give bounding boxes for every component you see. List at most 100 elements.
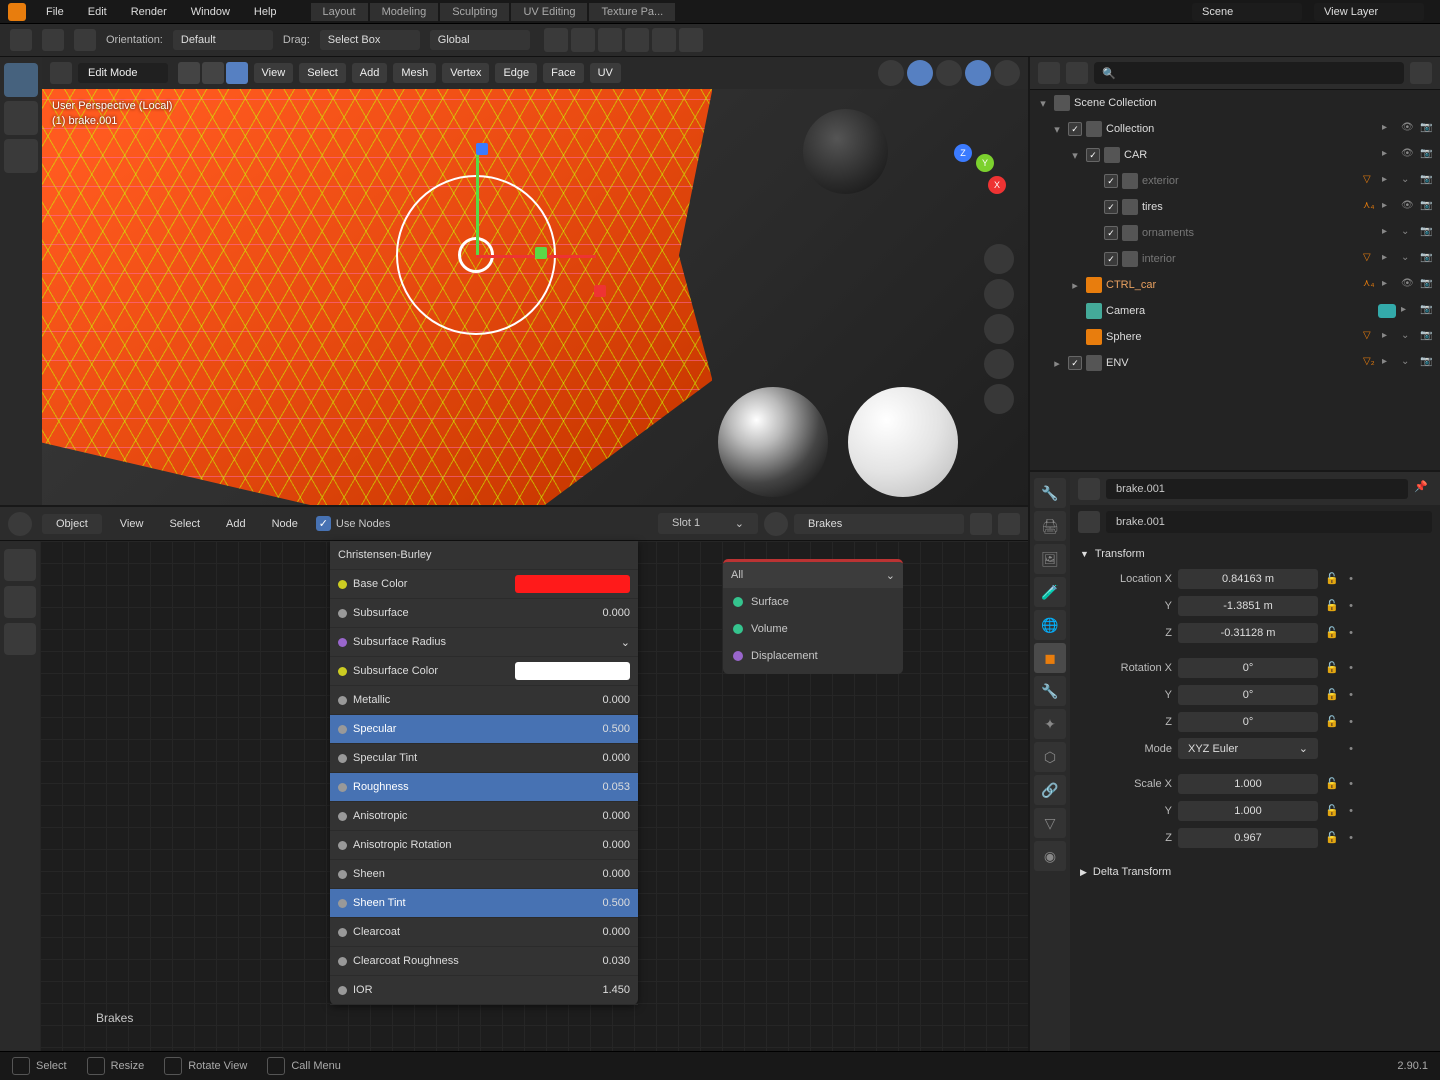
outliner-item-ctrlcar[interactable]: ▸CTRL_car⋏₄▸👁📷 [1030,272,1440,298]
input-socket-icon[interactable] [338,725,347,734]
basecolor-swatch[interactable] [515,575,630,593]
vp-menu-mesh[interactable]: Mesh [393,63,436,83]
mode-dropdown[interactable]: Edit Mode [78,63,168,83]
node-editor-type-icon[interactable] [8,512,32,536]
editor-type-icon[interactable] [10,29,32,51]
input-socket-icon[interactable] [338,754,347,763]
material-id-icon[interactable] [764,512,788,536]
orientation-dropdown[interactable]: Default [173,30,273,50]
input-socket-icon[interactable] [338,928,347,937]
subcolor-swatch[interactable] [515,662,630,680]
drag-dropdown[interactable]: Select Box [320,30,420,50]
vp-menu-view[interactable]: View [254,63,294,83]
rotation-x-field[interactable]: 0° [1178,658,1318,678]
location-x-field[interactable]: 0.84163 m [1178,569,1318,589]
outliner-item-camera[interactable]: Camera▸📷 [1030,298,1440,324]
lock-icon[interactable]: 🔓 [1324,572,1340,585]
move-viewport-tool[interactable] [4,139,38,173]
nav-x-icon[interactable]: X [988,176,1006,194]
matout-displacement[interactable]: Displacement [723,642,903,669]
editor-selector-icon[interactable] [50,62,72,84]
tab-uvediting[interactable]: UV Editing [511,3,587,21]
checkbox-icon[interactable] [1104,200,1118,214]
snap-target-icon[interactable] [571,28,595,52]
gizmo-z-handle[interactable] [476,143,488,155]
matout-volume[interactable]: Volume [723,615,903,642]
outliner-item-collection[interactable]: ▾Collection▸👁📷 [1030,116,1440,142]
bsdf-row-clearcoatr[interactable]: Clearcoat Roughness0.030 [330,947,638,976]
prop-tab-object[interactable]: ◼ [1034,643,1066,673]
outliner-item-exterior[interactable]: exterior▽▸⌄📷 [1030,168,1440,194]
location-y-field[interactable]: -1.3851 m [1178,596,1318,616]
scale-x-field[interactable]: 1.000 [1178,774,1318,794]
prop-tab-constraints[interactable]: 🔗 [1034,775,1066,805]
shading-icon[interactable] [965,60,991,86]
bsdf-row-subsurface[interactable]: Subsurface0.000 [330,599,638,628]
input-socket-icon[interactable] [338,957,347,966]
outliner-type-icon[interactable] [1038,62,1060,84]
viewport-3d[interactable]: Edit Mode View Select Add Mesh Vertex Ed… [42,57,1028,505]
prop-tab-render[interactable]: 🔧 [1034,478,1066,508]
menu-file[interactable]: File [36,3,74,21]
node-cursor-tool[interactable] [4,586,36,618]
copy-material-icon[interactable] [998,513,1020,535]
lock-icon[interactable]: 🔓 [1324,688,1340,701]
gizmo-y-handle[interactable] [535,247,547,259]
prop-tab-output[interactable]: 🖨 [1034,511,1066,541]
bsdf-row-title[interactable]: Christensen-Burley [330,541,638,570]
displacement-socket-icon[interactable] [733,651,743,661]
prop-tab-data[interactable]: ▽ [1034,808,1066,838]
grid-icon[interactable] [984,384,1014,414]
outliner-filter-icon[interactable] [1410,62,1432,84]
prop-tab-physics[interactable]: ⬡ [1034,742,1066,772]
prop-type-icon[interactable] [1078,478,1100,500]
bsdf-row-subcol[interactable]: Subsurface Color [330,657,638,686]
material-name-field[interactable]: Brakes [794,514,964,534]
bsdf-row-sheen[interactable]: Sheen0.000 [330,860,638,889]
surface-socket-icon[interactable] [733,597,743,607]
node-menu-select[interactable]: Select [161,514,208,534]
falloff-icon[interactable] [625,28,649,52]
nav-y-icon[interactable]: Y [976,154,994,172]
input-socket-icon[interactable] [338,812,347,821]
outliner-item-env[interactable]: ▸ENV▽₂▸⌄📷 [1030,350,1440,376]
checkbox-icon[interactable] [1086,148,1100,162]
prop-tab-viewlayer[interactable]: 🖼 [1034,544,1066,574]
overlays-icon[interactable] [878,60,904,86]
options-icon[interactable] [652,28,676,52]
lock-icon[interactable]: 🔓 [1324,661,1340,674]
outliner-root[interactable]: ▾ Scene Collection [1030,90,1440,116]
outliner-search-input[interactable]: 🔍 [1094,62,1404,84]
face-select-icon[interactable] [226,62,248,84]
vertex-select-icon[interactable] [178,62,200,84]
prop-object-breadcrumb[interactable]: brake.001 [1106,479,1408,499]
prop-tab-scene[interactable]: 🧪 [1034,577,1066,607]
vp-menu-uv[interactable]: UV [590,63,621,83]
bsdf-row-roughness[interactable]: Roughness0.053 [330,773,638,802]
node-menu-node[interactable]: Node [264,514,306,534]
tab-modeling[interactable]: Modeling [370,3,439,21]
bsdf-row-clearcoat[interactable]: Clearcoat0.000 [330,918,638,947]
proportional-icon[interactable] [598,28,622,52]
prop-tab-particles[interactable]: ✦ [1034,709,1066,739]
node-links-tool[interactable] [4,623,36,655]
node-menu-view[interactable]: View [112,514,152,534]
scale-z-field[interactable]: 0.967 [1178,828,1318,848]
scene-field[interactable]: Scene [1192,3,1302,21]
vp-menu-vertex[interactable]: Vertex [442,63,489,83]
volume-socket-icon[interactable] [733,624,743,634]
input-socket-icon[interactable] [338,609,347,618]
outliner-view-icon[interactable] [1066,62,1088,84]
input-socket-icon[interactable] [338,580,347,589]
input-socket-icon[interactable] [338,899,347,908]
use-nodes-checkbox[interactable]: ✓ Use Nodes [316,516,390,531]
vp-menu-face[interactable]: Face [543,63,583,83]
tab-layout[interactable]: Layout [311,3,368,21]
bsdf-row-spectint[interactable]: Specular Tint0.000 [330,744,638,773]
lock-icon[interactable]: 🔓 [1324,777,1340,790]
snap-enabled-icon[interactable] [907,60,933,86]
tab-texturepaint[interactable]: Texture Pa... [589,3,675,21]
lock-icon[interactable]: 🔓 [1324,599,1340,612]
lock-icon[interactable]: 🔓 [1324,715,1340,728]
gizmo-x-handle[interactable] [594,285,606,297]
